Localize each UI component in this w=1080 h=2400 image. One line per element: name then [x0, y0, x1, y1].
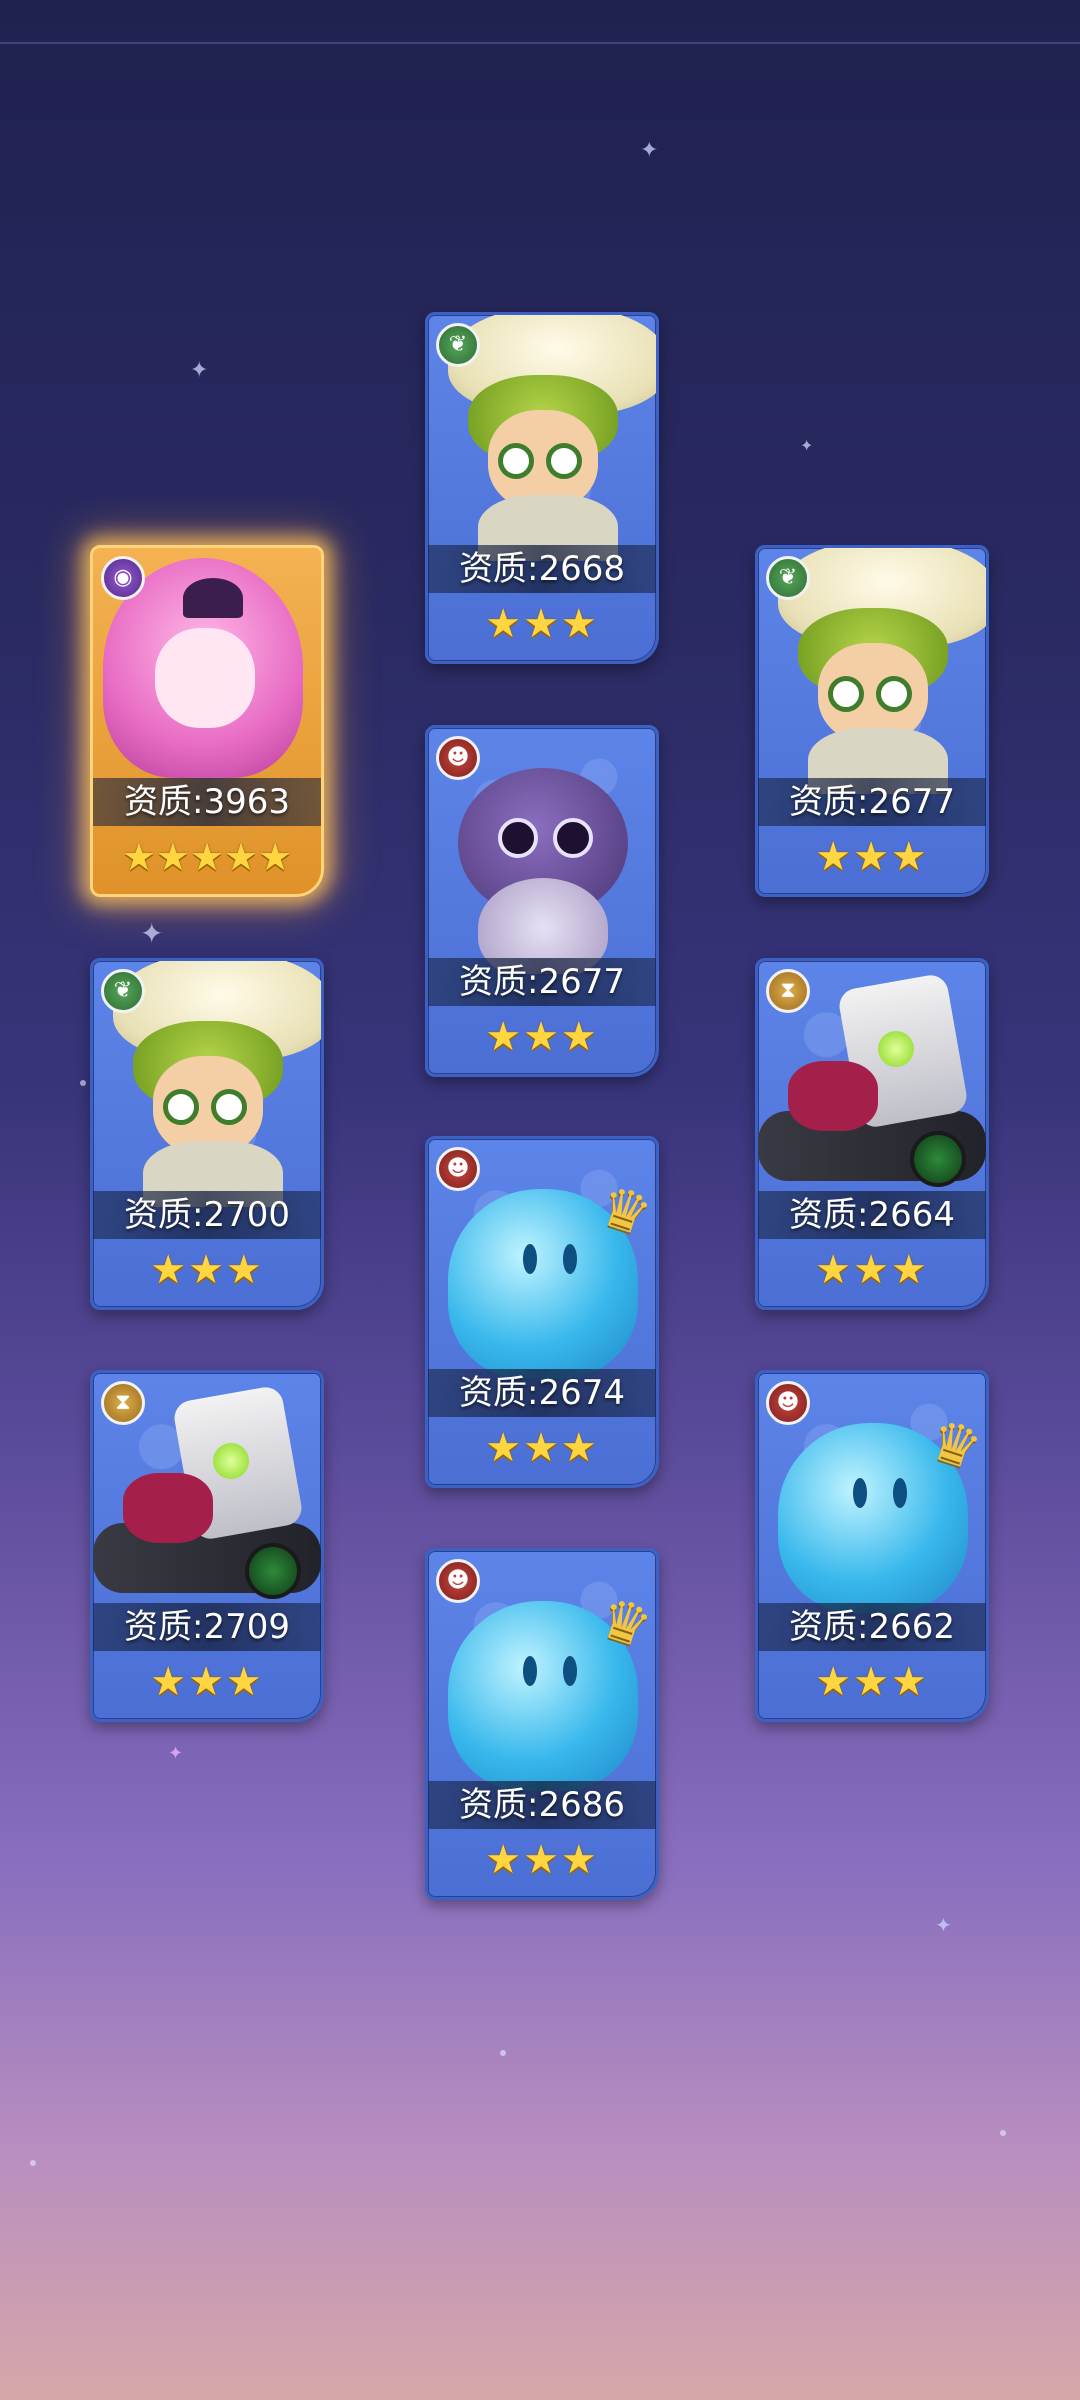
sparkle-icon: ✦ — [800, 436, 814, 455]
hourglass-icon: ⧗ — [766, 969, 810, 1013]
quality-label: 资质:2709 — [93, 1603, 321, 1651]
hero-card[interactable]: ⧗ 资质:2664 ★★★ — [755, 958, 989, 1310]
quality-label: 资质:2677 — [758, 778, 986, 826]
hero-card[interactable]: ⧗ 资质:2709 ★★★ — [90, 1370, 324, 1722]
top-divider — [0, 42, 1080, 44]
hero-card[interactable]: ❦ 资质:2668 ★★★ — [425, 312, 659, 664]
quality-label: 资质:3963 — [93, 778, 321, 826]
hero-card[interactable]: ❦ 资质:2677 ★★★ — [755, 545, 989, 897]
star-dot — [80, 1080, 86, 1086]
leaf-icon: ❦ — [766, 556, 810, 600]
star-dot — [1000, 2130, 1006, 2136]
star-rating: ★★★ — [485, 1425, 599, 1471]
quality-label: 资质:2664 — [758, 1191, 986, 1239]
quality-label: 资质:2662 — [758, 1603, 986, 1651]
demon-mask-icon: ☻ — [436, 1147, 480, 1191]
hero-card[interactable]: ♛ ☻ 资质:2662 ★★★ — [755, 1370, 989, 1722]
hero-card[interactable]: ❦ 资质:2700 ★★★ — [90, 958, 324, 1310]
star-rating: ★★★ — [485, 601, 599, 647]
hourglass-icon: ⧗ — [101, 1381, 145, 1425]
star-rating: ★★★ — [150, 1247, 264, 1293]
sparkle-icon: ✦ — [168, 1743, 184, 1764]
quality-label: 资质:2677 — [428, 958, 656, 1006]
star-rating: ★★★★★ — [121, 835, 293, 879]
star-rating: ★★★ — [150, 1659, 264, 1705]
star-rating: ★★★ — [485, 1014, 599, 1060]
sparkle-icon: ✦ — [935, 1913, 952, 1937]
sparkle-icon: ✦ — [190, 358, 209, 383]
hero-card[interactable]: ☻ 资质:2677 ★★★ — [425, 725, 659, 1077]
leaf-icon: ❦ — [436, 323, 480, 367]
hero-card[interactable]: ♛ ☻ 资质:2686 ★★★ — [425, 1548, 659, 1900]
star-rating: ★★★ — [815, 1247, 929, 1293]
quality-label: 资质:2686 — [428, 1781, 656, 1829]
star-rating: ★★★ — [815, 834, 929, 880]
demon-mask-icon: ☻ — [436, 736, 480, 780]
hero-card[interactable]: ◉ 资质:3963 ★★★★★ — [90, 545, 324, 897]
quality-label: 资质:2700 — [93, 1191, 321, 1239]
hero-card[interactable]: ♛ ☻ 资质:2674 ★★★ — [425, 1136, 659, 1488]
sparkle-icon: ✦ — [640, 138, 659, 163]
demon-mask-icon: ☻ — [436, 1559, 480, 1603]
star-dot — [30, 2160, 36, 2166]
demon-mask-icon: ☻ — [766, 1381, 810, 1425]
quality-label: 资质:2674 — [428, 1369, 656, 1417]
star-rating: ★★★ — [815, 1659, 929, 1705]
star-rating: ★★★ — [485, 1837, 599, 1883]
eye-icon: ◉ — [101, 556, 145, 600]
leaf-icon: ❦ — [101, 969, 145, 1013]
sparkle-icon: ✦ — [140, 917, 164, 950]
quality-label: 资质:2668 — [428, 545, 656, 593]
star-dot — [500, 2050, 506, 2056]
